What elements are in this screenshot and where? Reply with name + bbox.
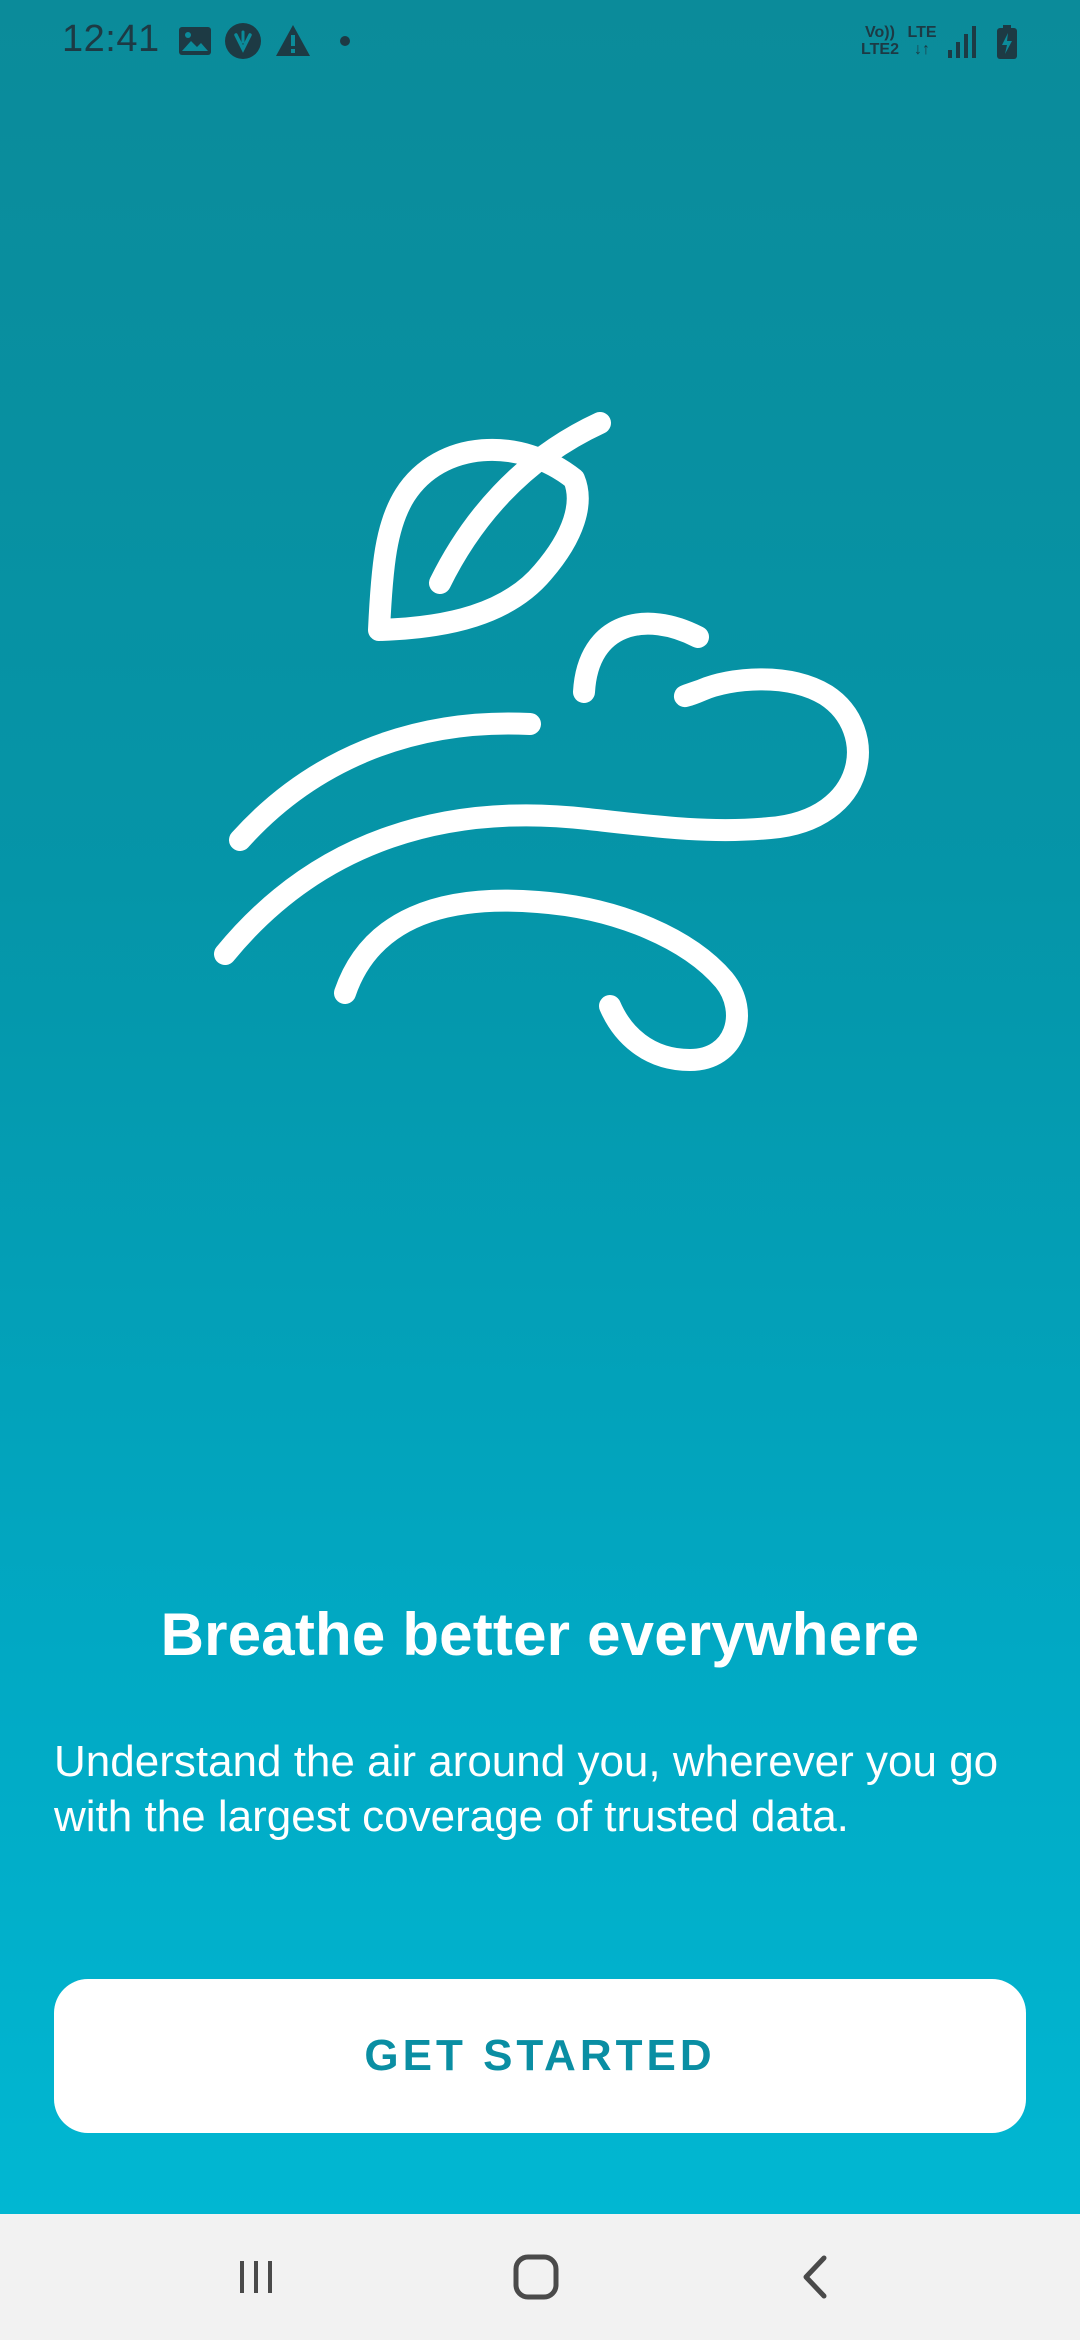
signal-icon — [946, 24, 978, 62]
navigation-bar — [0, 2214, 1080, 2340]
vpn-icon — [224, 22, 262, 60]
onboarding-screen: 12:41 Vo)) LTE2 LTE ↓↑ Breathe better ev… — [0, 0, 1080, 2340]
page-description: Understand the air around you, wherever … — [54, 1737, 999, 1841]
home-icon — [513, 2254, 559, 2300]
recent-apps-icon — [240, 2261, 272, 2293]
page-title: Breathe better everywhere — [160, 1601, 920, 1668]
dot-icon — [338, 22, 352, 60]
get-started-button[interactable]: GET STARTED — [54, 1979, 1026, 2133]
lte-data-icon: LTE ↓↑ — [904, 24, 940, 58]
volte-label: Vo)) — [865, 24, 895, 41]
gradient-background — [0, 0, 1080, 2214]
lte-label: LTE — [907, 24, 937, 41]
leaf-wind-icon — [190, 400, 890, 1100]
back-button[interactable] — [716, 2214, 916, 2340]
recent-apps-button[interactable] — [156, 2214, 356, 2340]
back-icon — [803, 2255, 827, 2299]
get-started-label: GET STARTED — [364, 2031, 716, 2080]
status-bar: 12:41 Vo)) LTE2 LTE ↓↑ — [0, 0, 1080, 84]
volte-icon: Vo)) LTE2 — [858, 24, 902, 58]
warning-icon — [274, 22, 312, 60]
data-arrows-icon: ↓↑ — [914, 41, 930, 58]
status-time: 12:41 — [62, 18, 160, 60]
gallery-icon — [178, 22, 212, 60]
lte2-label: LTE2 — [861, 41, 899, 58]
battery-charging-icon — [996, 24, 1018, 62]
home-button[interactable] — [436, 2214, 636, 2340]
